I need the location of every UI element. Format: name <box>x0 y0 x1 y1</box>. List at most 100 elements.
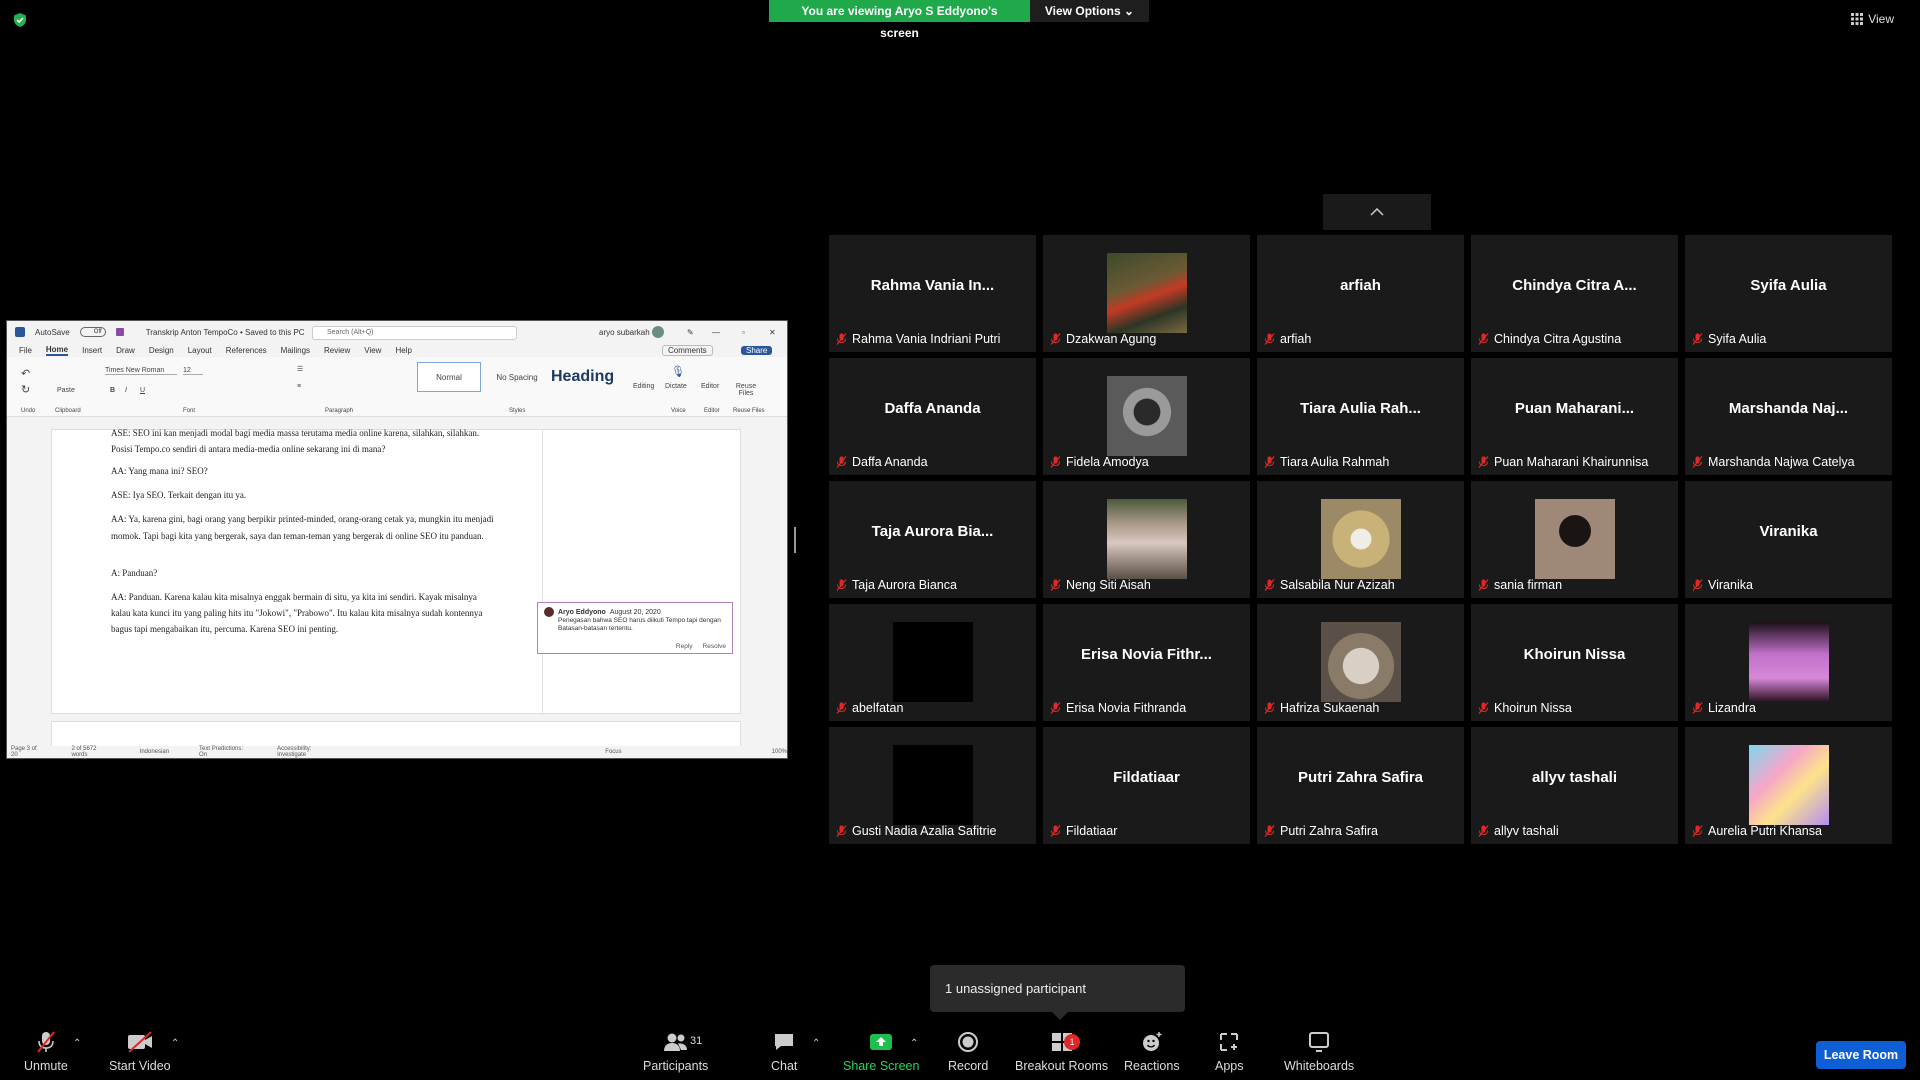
security-shield-icon[interactable] <box>12 12 28 28</box>
leave-room-button[interactable]: Leave Room <box>1816 1041 1906 1069</box>
breakout-rooms-button[interactable]: Breakout Rooms <box>1015 1030 1108 1073</box>
reactions-button[interactable]: Reactions <box>1124 1030 1180 1073</box>
autosave-toggle[interactable]: Off <box>79 327 106 337</box>
align-icon[interactable]: ≡ <box>297 383 301 390</box>
participant-tile[interactable]: Salsabila Nur Azizah <box>1257 481 1464 598</box>
status-words[interactable]: 2 of 5672 words <box>71 746 109 758</box>
user-avatar[interactable] <box>652 326 664 338</box>
video-options-chevron-icon[interactable]: ⌃ <box>171 1038 179 1049</box>
participant-tile[interactable]: Fidela Amodya <box>1043 358 1250 475</box>
participant-tile[interactable]: Khoirun Nissa Khoirun Nissa <box>1471 604 1678 721</box>
status-zoom[interactable]: 100% <box>772 749 787 755</box>
participant-tile[interactable]: Aurelia Putri Khansa <box>1685 727 1892 844</box>
participant-tile[interactable]: Syifa Aulia Syifa Aulia <box>1685 235 1892 352</box>
status-page[interactable]: Page 3 of 20 <box>11 746 41 758</box>
participant-tile[interactable]: Gusti Nadia Azalia Safitrie <box>829 727 1036 844</box>
participant-tile[interactable]: Taja Aurora Bia... Taja Aurora Bianca <box>829 481 1036 598</box>
font-name-select[interactable]: Times New Roman <box>105 367 177 375</box>
close-icon[interactable]: ✕ <box>769 328 776 337</box>
comment-reply-button[interactable]: Reply <box>676 643 693 650</box>
participant-tile[interactable]: Viranika Viranika <box>1685 481 1892 598</box>
document-comment[interactable]: Aryo Eddyono August 20, 2020 Penegasan b… <box>537 602 733 654</box>
restore-icon[interactable]: ▫ <box>742 328 745 337</box>
reuse-files-button[interactable]: Reuse Files <box>733 383 759 397</box>
participant-tile[interactable]: allyv tashali allyv tashali <box>1471 727 1678 844</box>
participant-tile[interactable]: Dzakwan Agung <box>1043 235 1250 352</box>
audio-options-chevron-icon[interactable]: ⌃ <box>73 1038 81 1049</box>
menu-insert[interactable]: Insert <box>82 346 102 355</box>
view-button[interactable]: View <box>1851 12 1894 26</box>
document-paragraph[interactable]: A: Panduan? <box>111 565 496 581</box>
document-paragraph[interactable]: ASE: SEO ini kan menjadi modal bagi medi… <box>111 425 496 457</box>
status-text-predictions[interactable]: Text Predictions: On <box>199 746 247 758</box>
document-paragraph[interactable]: ASE: Iya SEO. Terkait dengan itu ya. <box>111 487 496 503</box>
editor-button[interactable]: Editor <box>701 383 719 390</box>
comments-button[interactable]: Comments <box>662 344 713 356</box>
save-icon[interactable] <box>115 328 124 336</box>
participant-tile[interactable]: Erisa Novia Fithr... Erisa Novia Fithrand… <box>1043 604 1250 721</box>
split-resize-handle[interactable] <box>794 527 796 553</box>
participant-tile[interactable]: abelfatan <box>829 604 1036 721</box>
editing-button[interactable]: Editing <box>633 383 654 390</box>
undo-icon[interactable]: ↶ <box>21 367 30 380</box>
unmute-button[interactable]: Unmute <box>24 1030 68 1073</box>
participant-tile[interactable]: Puan Maharani... Puan Maharani Khairunnis… <box>1471 358 1678 475</box>
participant-tile[interactable]: sania firman <box>1471 481 1678 598</box>
minimize-icon[interactable]: — <box>712 328 720 337</box>
chat-button[interactable]: Chat <box>771 1030 797 1073</box>
menu-help[interactable]: Help <box>395 346 411 355</box>
shared-screen-word-document[interactable]: AutoSave Off Transkrip Anton TempoCo • S… <box>6 320 788 759</box>
share-button[interactable]: Share <box>741 345 773 355</box>
italic-button[interactable]: I <box>125 387 127 394</box>
menu-references[interactable]: References <box>226 346 267 355</box>
word-user-name[interactable]: aryo subarkah <box>599 328 650 337</box>
unassigned-participant-tooltip[interactable]: 1 unassigned participant <box>930 965 1185 1020</box>
menu-draw[interactable]: Draw <box>116 346 135 355</box>
menu-file[interactable]: File <box>19 346 32 355</box>
gallery-page-up-button[interactable] <box>1323 194 1431 230</box>
menu-design[interactable]: Design <box>149 346 174 355</box>
comment-resolve-button[interactable]: Resolve <box>703 643 726 650</box>
status-language[interactable]: Indonesian <box>140 749 169 755</box>
document-title[interactable]: Transkrip Anton TempoCo • Saved to this … <box>146 328 305 337</box>
participant-tile[interactable]: Rahma Vania In... Rahma Vania Indriani Pu… <box>829 235 1036 352</box>
underline-button[interactable]: U <box>140 387 145 394</box>
dictate-mic-icon[interactable]: 🎙 <box>671 365 685 378</box>
participant-tile[interactable]: Marshanda Naj... Marshanda Najwa Catelya <box>1685 358 1892 475</box>
participant-tile[interactable]: arfiah arfiah <box>1257 235 1464 352</box>
view-options-button[interactable]: View Options ⌄ <box>1030 0 1149 22</box>
style-normal[interactable]: Normal <box>417 362 481 392</box>
apps-button[interactable]: Apps <box>1215 1030 1244 1073</box>
font-size-select[interactable]: 12 <box>183 367 203 375</box>
participant-tile[interactable]: Tiara Aulia Rah... Tiara Aulia Rahmah <box>1257 358 1464 475</box>
dictate-button[interactable]: Dictate <box>665 383 687 390</box>
participant-tile[interactable]: Daffa Ananda Daffa Ananda <box>829 358 1036 475</box>
whiteboards-button[interactable]: Whiteboards <box>1284 1030 1354 1073</box>
menu-review[interactable]: Review <box>324 346 350 355</box>
document-paragraph[interactable]: AA: Yang mana ini? SEO? <box>111 463 496 479</box>
pen-icon[interactable]: ✎ <box>687 328 694 337</box>
word-search-input[interactable]: Search (Alt+Q) <box>312 326 517 340</box>
share-options-chevron-icon[interactable]: ⌃ <box>910 1038 918 1049</box>
document-paragraph[interactable]: AA: Panduan. Karena kalau kita misalnya … <box>111 589 496 637</box>
bold-button[interactable]: B <box>110 387 115 394</box>
share-screen-button[interactable]: Share Screen <box>843 1030 919 1073</box>
participant-tile[interactable]: Neng Siti Aisah <box>1043 481 1250 598</box>
menu-layout[interactable]: Layout <box>188 346 212 355</box>
menu-home[interactable]: Home <box>45 345 69 356</box>
participant-tile[interactable]: Putri Zahra Safira Putri Zahra Safira <box>1257 727 1464 844</box>
bullets-icon[interactable]: ☰ <box>297 365 303 373</box>
status-focus[interactable]: Focus <box>605 749 621 755</box>
menu-mailings[interactable]: Mailings <box>281 346 310 355</box>
menu-view[interactable]: View <box>364 346 381 355</box>
document-paragraph[interactable]: AA: Ya, karena gini, bagi orang yang ber… <box>111 511 496 544</box>
participant-tile[interactable]: Chindya Citra A... Chindya Citra Agustina <box>1471 235 1678 352</box>
participant-tile[interactable]: Fildatiaar Fildatiaar <box>1043 727 1250 844</box>
paste-button[interactable]: Paste <box>57 387 75 394</box>
style-heading[interactable]: Heading <box>551 362 613 392</box>
style-no-spacing[interactable]: No Spacing <box>485 362 549 392</box>
chat-options-chevron-icon[interactable]: ⌃ <box>812 1038 820 1049</box>
participant-tile[interactable]: Lizandra <box>1685 604 1892 721</box>
redo-icon[interactable]: ↻ <box>21 383 30 396</box>
status-accessibility[interactable]: Accessibility: Investigate <box>277 746 335 758</box>
